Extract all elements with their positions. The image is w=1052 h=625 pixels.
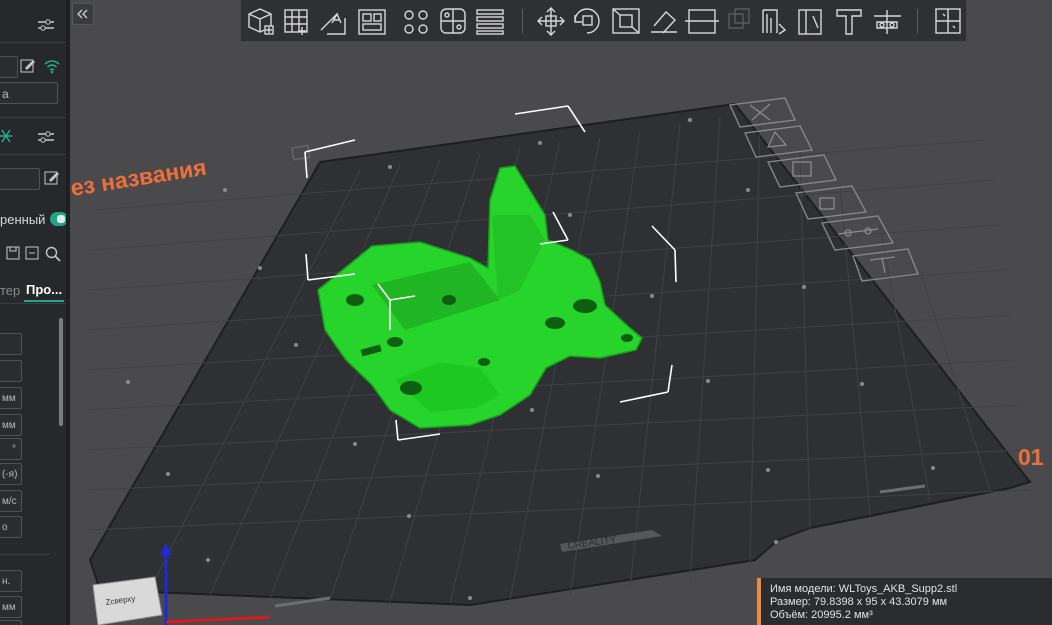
active-tab-indicator: [24, 300, 64, 302]
chevron-left-icon: [77, 9, 88, 19]
setting-field-2[interactable]: [0, 360, 22, 382]
process-select[interactable]: [0, 168, 40, 190]
setting-field-10[interactable]: мм: [0, 596, 22, 618]
cut-icon[interactable]: [685, 9, 719, 34]
settings-scrollbar[interactable]: [59, 318, 63, 426]
material-field[interactable]: а: [0, 82, 58, 104]
setting-field-1[interactable]: [0, 333, 22, 355]
rotate-icon[interactable]: [574, 8, 600, 34]
split-objects-icon[interactable]: [404, 10, 428, 34]
tab-printer[interactable]: тер: [0, 283, 20, 298]
toolbar-separator: [917, 9, 918, 33]
advanced-toggle-label: ренный: [0, 212, 46, 227]
orient-icon[interactable]: [320, 12, 346, 35]
wifi-icon[interactable]: [44, 58, 60, 74]
split-parts-icon[interactable]: [440, 8, 466, 34]
assembly-icon[interactable]: [935, 8, 961, 34]
measure-icon[interactable]: [874, 10, 901, 34]
add-object-icon[interactable]: [248, 8, 274, 35]
move-icon[interactable]: [537, 7, 565, 36]
plate-number-label: 01: [1018, 444, 1044, 470]
support-icon[interactable]: [836, 9, 862, 35]
model-name-text: Имя модели: WLToys_AKB_Supp2.stl: [770, 583, 958, 595]
main-toolbar: [240, 0, 967, 42]
setting-field-7[interactable]: м/с: [0, 490, 22, 512]
model-info-panel: Имя модели: WLToys_AKB_Supp2.stl Размер:…: [757, 578, 1052, 625]
settings-sliders-icon[interactable]: [38, 18, 54, 32]
edit-icon[interactable]: [20, 58, 36, 74]
printer-select[interactable]: [0, 56, 18, 78]
support-paint-icon[interactable]: [762, 9, 787, 35]
toolbar-separator: [522, 9, 523, 33]
remove-preset-icon[interactable]: [25, 246, 39, 260]
search-icon[interactable]: [45, 246, 61, 262]
setting-field-11[interactable]: мм: [0, 620, 22, 625]
lay-on-face-icon[interactable]: [651, 11, 677, 34]
scale-icon[interactable]: [612, 8, 640, 34]
layout-icon[interactable]: [358, 9, 386, 35]
setting-field-3[interactable]: мм: [0, 387, 22, 409]
3d-viewport[interactable]: CREALITY ез названия 01 Zсверху: [70, 0, 1052, 625]
process-edit-icon[interactable]: [44, 170, 60, 186]
assembly-view-icon: [728, 8, 750, 29]
tab-process[interactable]: Про...: [26, 282, 62, 297]
collapse-sidebar-button[interactable]: [72, 3, 94, 25]
seam-paint-icon[interactable]: [798, 9, 822, 35]
setting-field-9[interactable]: н.: [0, 570, 22, 592]
left-sidebar: а ренный тер Про... мм мм ° (-я) м/с о н…: [0, 0, 67, 625]
layers-icon[interactable]: [476, 9, 504, 35]
setting-field-5[interactable]: °: [0, 438, 22, 460]
grid-arrange-icon[interactable]: [284, 9, 308, 35]
setting-field-8[interactable]: о: [0, 516, 22, 538]
setting-field-4[interactable]: мм: [0, 414, 22, 436]
advanced-toggle[interactable]: [50, 212, 66, 226]
model-size-text: Размер: 79.8398 x 95 x 43.3079 мм: [770, 596, 948, 608]
filament-settings-icon[interactable]: [38, 130, 54, 144]
plate-name-edit-icon[interactable]: [291, 144, 311, 161]
setting-field-6[interactable]: (-я): [0, 463, 22, 485]
model-volume-text: Объём: 20995.2 мм³: [770, 609, 873, 621]
filament-color-icon[interactable]: [0, 128, 12, 144]
save-icon[interactable]: [6, 246, 20, 260]
plate-name-label[interactable]: ез названия: [70, 154, 208, 201]
panel-splitter[interactable]: [66, 0, 70, 625]
